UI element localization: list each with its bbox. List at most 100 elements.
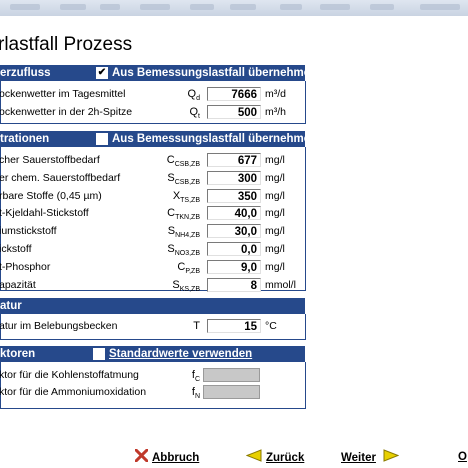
param-value-field[interactable] [203, 385, 260, 399]
param-value-field[interactable]: 500 [207, 105, 261, 119]
param-row: ockenwetter im Tagesmittel Qd 7666 m³/d [0, 86, 304, 104]
param-symbol-main: S [167, 225, 176, 238]
param-symbol: fC [192, 369, 200, 383]
param-label: ktor für die Kohlenstoffatmung [0, 369, 139, 381]
param-row: ickstoff SNO3,ZB 0,0 mg/l [0, 241, 304, 259]
param-value-field[interactable]: 9,0 [207, 259, 261, 274]
param-symbol-sub: C [194, 376, 200, 384]
param-symbol-sub: CSB,ZB [174, 161, 200, 169]
checkbox-label-zufluss[interactable]: Aus Bemessungslastfall übernehmen [112, 65, 317, 81]
param-symbol-main: S [167, 171, 175, 184]
param-symbol-sub: CSB,ZB [174, 178, 200, 186]
section-title-zufluss: erzufluss [0, 67, 51, 79]
checkbox-standardwerte[interactable] [93, 348, 105, 360]
param-value-field[interactable]: 8 [207, 277, 261, 292]
param-label: rbare Stoffe (0,45 µm) [0, 189, 102, 202]
param-row: ockenwetter in der 2h-Spitze Qt 500 m³/h [0, 104, 304, 122]
window-top-strip [0, 0, 468, 16]
section-header-zufluss: erzufluss ✔ Aus Bemessungslastfall übern… [0, 65, 317, 81]
param-value-field[interactable]: 300 [207, 170, 261, 185]
param-unit: m³/d [265, 88, 286, 100]
param-symbol: Qt [189, 106, 200, 120]
param-row: t-Phosphor CP,ZB 9,0 mg/l [0, 259, 304, 277]
page-title: rlastfall Prozess [0, 34, 133, 55]
param-symbol: fN [192, 386, 200, 400]
param-symbol-main: Q [187, 88, 197, 100]
arrow-right-icon [383, 449, 400, 467]
zurueck-label: Zurück [266, 452, 305, 465]
param-row: t-Kjeldahl-Stickstoff CTKN,ZB 40,0 mg/l [0, 205, 304, 223]
param-symbol: Qd [188, 88, 200, 102]
param-row: er chem. Sauerstoffbedarf SCSB,ZB 300 mg/l [0, 170, 304, 188]
param-value-field[interactable]: 350 [207, 188, 261, 203]
param-symbol-sub: d [196, 95, 200, 103]
param-symbol: XTS,ZB [173, 190, 200, 204]
param-symbol-sub: t [198, 113, 200, 121]
param-symbol: SKS,ZB [172, 279, 200, 293]
param-row: cher Sauerstoffbedarf CCSB,ZB 677 mg/l [0, 152, 304, 170]
param-label: apazität [0, 278, 36, 291]
param-unit: mg/l [265, 207, 285, 220]
param-symbol-main: C [166, 154, 175, 166]
param-label: cher Sauerstoffbedarf [0, 154, 100, 166]
param-value-field[interactable]: 7666 [207, 87, 261, 101]
abbruch-label: Abbruch [152, 452, 200, 465]
weiter-label: Weiter [341, 452, 376, 465]
param-symbol-sub: TKN,ZB [175, 214, 200, 222]
param-value-field[interactable]: 677 [207, 153, 261, 167]
param-value-field[interactable]: 0,0 [207, 242, 261, 256]
param-unit: mg/l [265, 260, 285, 273]
param-row: apazität SKS,ZB 8 mmol/l [0, 277, 304, 295]
param-unit: m³/h [265, 106, 286, 118]
param-symbol-main: S [172, 278, 180, 291]
param-label: t-Phosphor [0, 260, 51, 273]
weiter-button[interactable]: Weiter [341, 449, 400, 467]
param-label: iumstickstoff [0, 225, 57, 238]
param-symbol: SNO3,ZB [167, 243, 200, 257]
param-label: atur im Belebungsbecken [0, 320, 118, 332]
section-title-konzentrationen: trationen [0, 133, 50, 145]
param-unit: mg/l [265, 171, 285, 184]
checkbox-label-standardwerte[interactable]: Standardwerte verwenden [109, 346, 252, 362]
section-title-faktoren: ktoren [0, 348, 36, 360]
zurueck-button[interactable]: Zurück [245, 449, 305, 467]
section-header-konzentrationen: trationen Aus Bemessungslastfall überneh… [0, 131, 317, 147]
arrow-left-icon [245, 449, 262, 467]
section-title-temperatur: atur [0, 300, 22, 312]
param-value-field[interactable]: 15 [207, 319, 261, 333]
param-symbol: CCSB,ZB [167, 154, 200, 168]
param-symbol-main: C [167, 207, 176, 220]
param-row: rbare Stoffe (0,45 µm) XTS,ZB 350 mg/l [0, 188, 304, 206]
section-header-faktoren: ktoren Standardwerte verwenden [0, 346, 305, 362]
param-label: ickstoff [0, 243, 32, 255]
param-value-field[interactable]: 30,0 [207, 224, 261, 239]
checkbox-konzentrationen[interactable] [96, 133, 108, 145]
param-label: ockenwetter im Tagesmittel [0, 88, 126, 100]
param-symbol-sub: NO3,ZB [174, 250, 200, 258]
param-symbol: SCSB,ZB [167, 172, 200, 186]
param-value-field[interactable]: 40,0 [207, 206, 261, 221]
param-label: t-Kjeldahl-Stickstoff [0, 207, 89, 220]
ok-label: O [458, 451, 467, 463]
param-unit: mg/l [265, 189, 285, 202]
param-symbol: CP,ZB [177, 261, 200, 275]
param-symbol: CTKN,ZB [167, 207, 200, 221]
abbruch-button[interactable]: Abbruch [134, 448, 200, 467]
param-unit: mmol/l [265, 278, 296, 291]
param-symbol-main: T [193, 320, 200, 332]
param-symbol-sub: P,ZB [185, 267, 200, 275]
param-symbol-main: S [167, 243, 175, 255]
ok-button[interactable]: O [458, 449, 467, 467]
param-row: ktor für die Kohlenstoffatmung fC [0, 367, 304, 385]
param-symbol: T [193, 320, 200, 334]
param-symbol-sub: TS,ZB [180, 196, 200, 204]
param-symbol-sub: NH4,ZB [175, 232, 200, 240]
param-symbol-sub: N [194, 393, 200, 401]
checkbox-zufluss[interactable]: ✔ [96, 67, 108, 79]
param-value-field[interactable] [203, 368, 260, 382]
param-symbol: SNH4,ZB [168, 225, 200, 239]
close-x-icon [134, 448, 149, 467]
param-symbol-sub: KS,ZB [179, 285, 200, 293]
checkbox-label-konzentrationen[interactable]: Aus Bemessungslastfall übernehmen [112, 131, 317, 147]
param-label: er chem. Sauerstoffbedarf [0, 171, 121, 184]
